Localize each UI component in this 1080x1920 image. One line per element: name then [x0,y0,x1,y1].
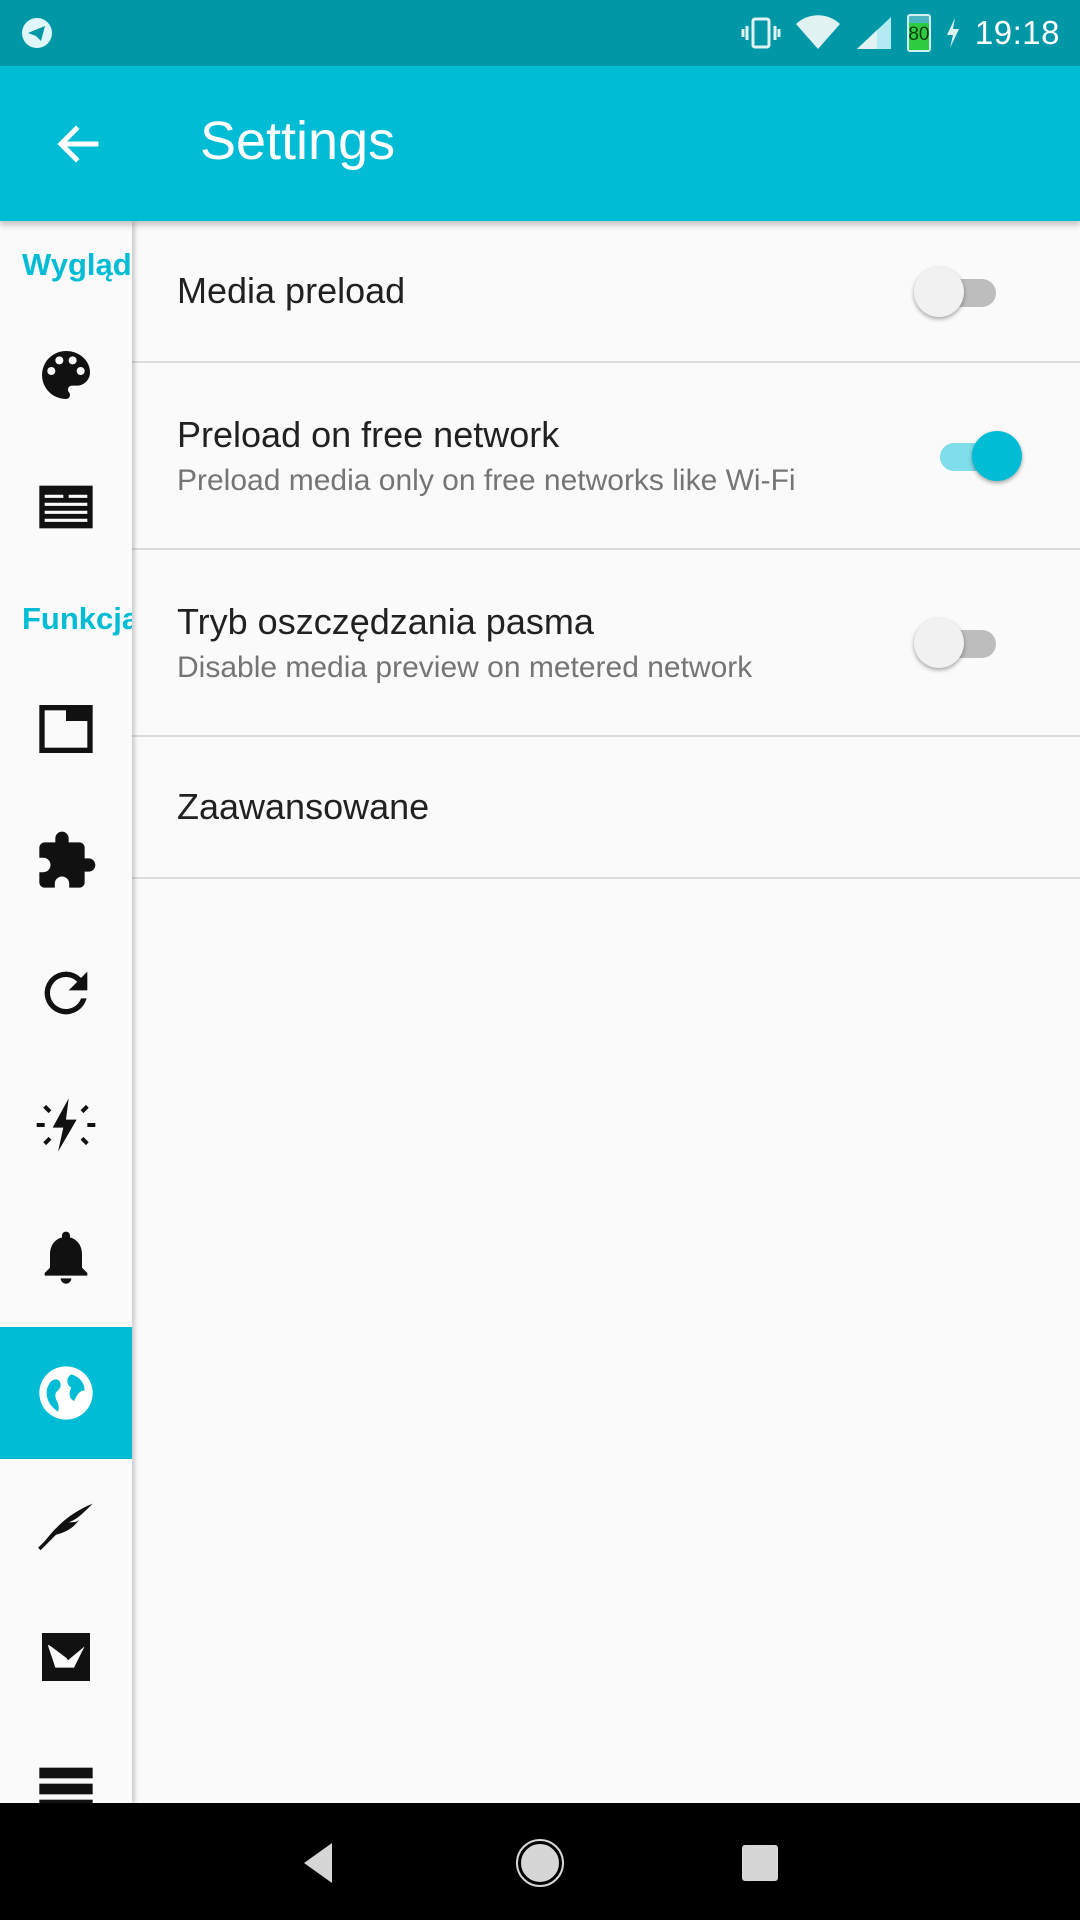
globe-icon [39,1366,93,1420]
flash-icon [36,1098,96,1152]
media-preload-switch[interactable] [914,267,1004,317]
sidebar-item-appearance[interactable] [0,309,132,441]
battery-icon: 80 [906,14,931,52]
sidebar-item-extensions[interactable] [0,795,132,927]
sidebar-section-wyglad: Wygląd [22,247,132,282]
bandwidth-saving-switch[interactable] [914,618,1004,668]
vibrate-icon [741,17,781,49]
charging-icon [946,18,959,48]
navigation-bar [0,1803,1080,1920]
app-bar: Settings [0,66,1080,221]
sidebar-item-streaming[interactable] [0,1059,132,1191]
pref-preload-free-network[interactable]: Preload on free network Preload media on… [132,363,1080,550]
pref-summary: Disable media preview on metered network [177,651,753,684]
battery-percent: 80 [908,24,930,45]
pref-title: Preload on free network [177,414,560,455]
pref-bandwidth-saving[interactable]: Tryb oszczędzania pasma Disable media pr… [132,550,1080,737]
bird-image-icon [42,1633,90,1681]
preload-free-network-switch[interactable] [932,431,1022,481]
telegram-icon [22,18,52,48]
recents-square-icon[interactable] [730,1833,790,1893]
page-title: Settings [200,111,396,171]
settings-sidebar: Wygląd Funkcja [0,221,132,1803]
wifi-icon [795,15,840,50]
sidebar-item-layout[interactable] [0,441,132,573]
article-icon [39,485,93,529]
pref-media-preload[interactable]: Media preload [132,221,1080,363]
sidebar-item-media[interactable] [0,1591,132,1723]
pref-summary: Preload media only on free networks like… [177,464,796,497]
sidebar-item-refresh[interactable] [0,927,132,1059]
storage-icon [39,1767,93,1803]
refresh-icon [44,971,88,1015]
home-circle-icon[interactable] [510,1833,570,1893]
bell-icon [44,1231,88,1284]
back-triangle-icon[interactable] [290,1833,350,1893]
sidebar-item-compose[interactable] [0,1459,132,1591]
settings-content: Media preload Preload on free network Pr… [132,221,1080,879]
sidebar-item-notifications[interactable] [0,1191,132,1323]
arrow-back-icon[interactable] [50,116,106,172]
window-icon [39,705,93,753]
status-bar: 80 19:18 [0,0,1080,66]
quill-icon [38,1503,93,1551]
pref-title: Zaawansowane [177,786,430,827]
sidebar-item-tabs[interactable] [0,663,132,795]
sidebar-section-funkcja: Funkcja [22,601,132,636]
sidebar-item-storage[interactable] [0,1723,132,1803]
palette-icon [42,351,90,399]
cell-signal-icon [856,17,891,49]
status-time: 19:18 [974,14,1060,51]
sidebar-item-network[interactable] [0,1327,132,1459]
pref-advanced[interactable]: Zaawansowane [132,737,1080,879]
pref-title: Media preload [177,270,406,311]
puzzle-icon [39,831,96,888]
pref-title: Tryb oszczędzania pasma [177,601,594,642]
